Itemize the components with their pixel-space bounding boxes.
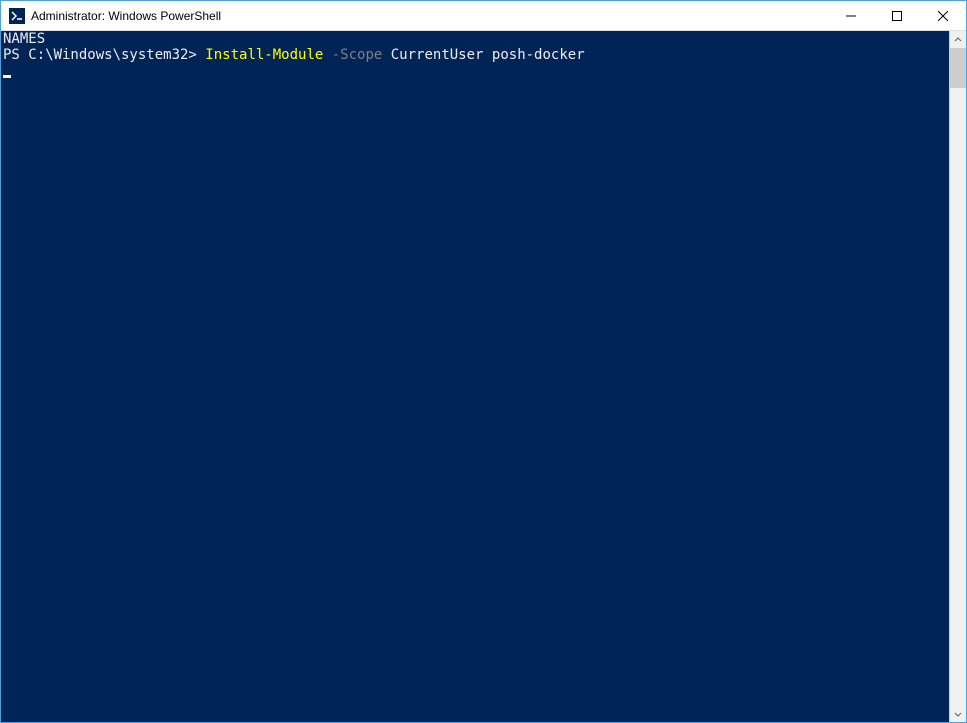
close-icon: [938, 11, 948, 21]
maximize-icon: [892, 11, 902, 21]
powershell-window: Administrator: Windows PowerShell NAMESP: [0, 0, 967, 723]
minimize-icon: [846, 11, 856, 21]
titlebar[interactable]: Administrator: Windows PowerShell: [1, 1, 966, 31]
console-line: NAMES: [3, 31, 947, 47]
console-area[interactable]: NAMESPS C:\Windows\system32> Install-Mod…: [1, 31, 949, 722]
window-controls: [828, 1, 966, 30]
window-title: Administrator: Windows PowerShell: [31, 9, 828, 23]
console-line: PS C:\Windows\system32> Install-Module -…: [3, 47, 947, 63]
maximize-button[interactable]: [874, 1, 920, 30]
vertical-scrollbar[interactable]: [949, 31, 966, 722]
cursor-line: [3, 63, 947, 79]
scroll-up-button[interactable]: [950, 31, 966, 48]
scroll-down-button[interactable]: [950, 705, 966, 722]
chevron-up-icon: [954, 36, 962, 44]
close-button[interactable]: [920, 1, 966, 30]
param-flag-text: -Scope: [323, 47, 382, 63]
prompt-text: PS C:\Windows\system32>: [3, 47, 205, 63]
minimize-button[interactable]: [828, 1, 874, 30]
scroll-track[interactable]: [950, 48, 966, 705]
param-rest-text: CurrentUser posh-docker: [382, 47, 584, 63]
scroll-thumb[interactable]: [950, 48, 966, 88]
cursor: [3, 75, 11, 78]
powershell-icon: [9, 8, 25, 24]
console-wrapper: NAMESPS C:\Windows\system32> Install-Mod…: [1, 31, 966, 722]
command-text: Install-Module: [205, 47, 323, 63]
chevron-down-icon: [954, 710, 962, 718]
